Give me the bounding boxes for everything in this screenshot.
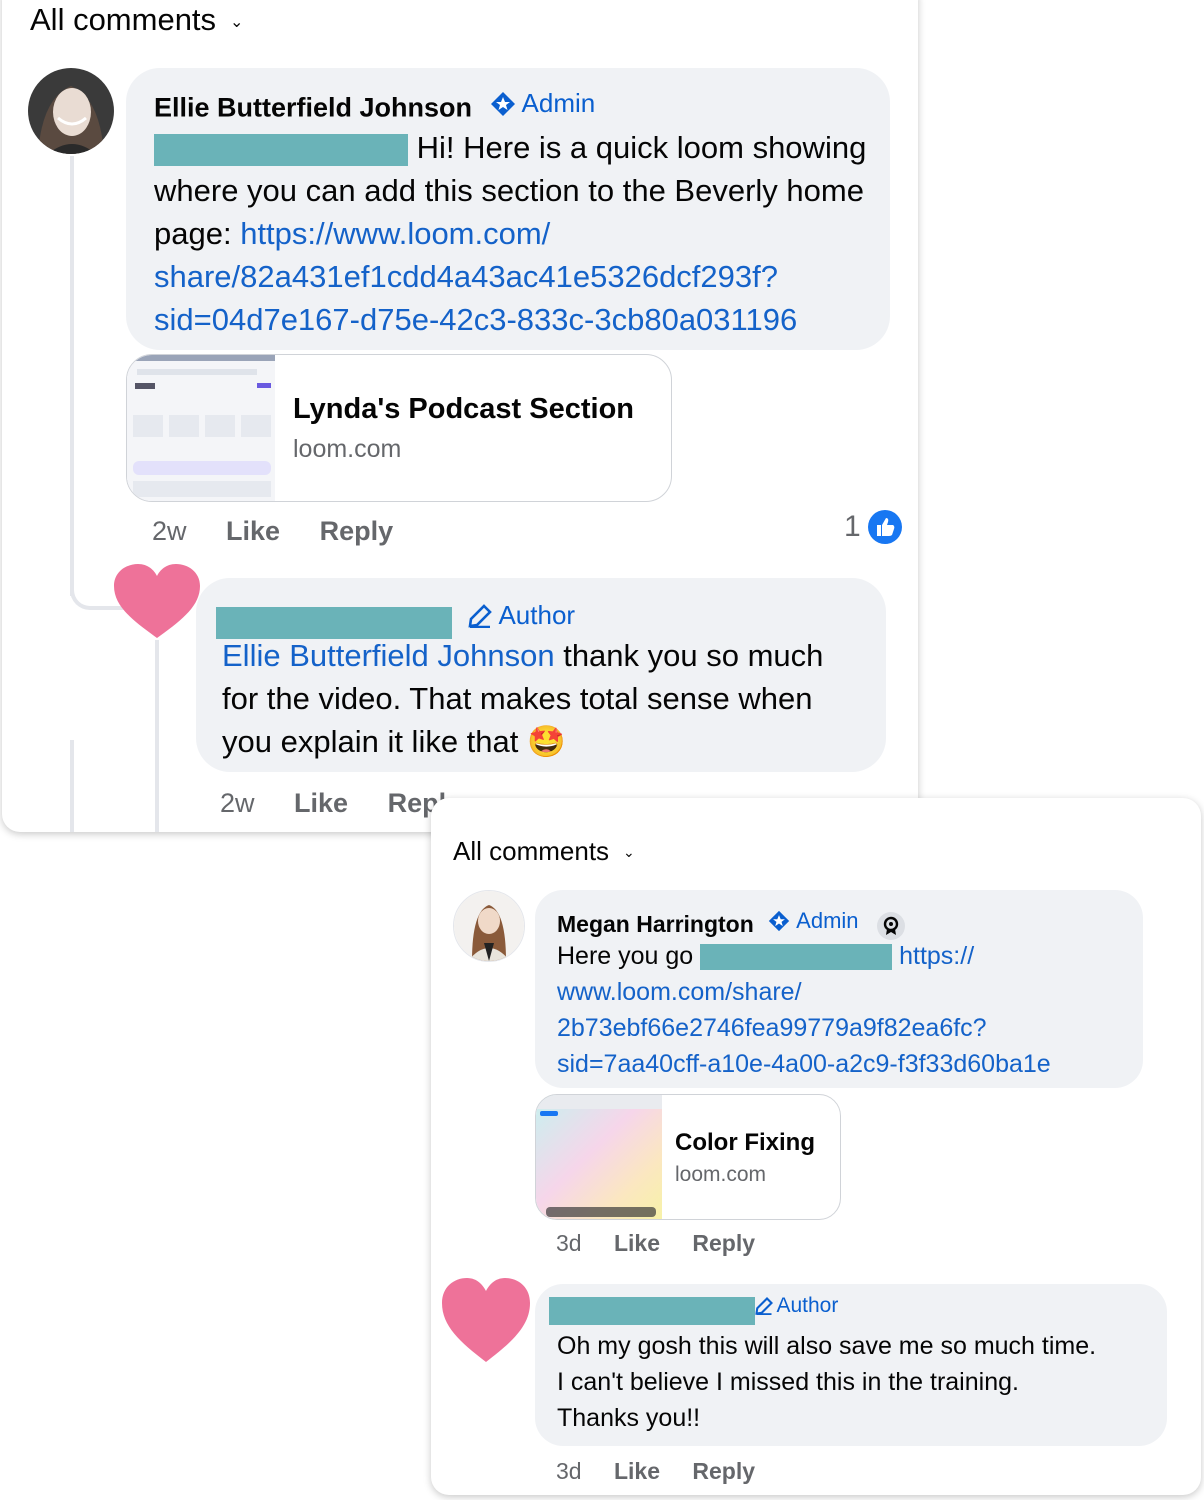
admin-badge-icon bbox=[490, 91, 515, 116]
author-pencil-icon bbox=[755, 1297, 774, 1315]
reply-button[interactable]: Reply bbox=[692, 1230, 755, 1256]
badge-label: Admin bbox=[796, 908, 859, 933]
comment-header: Megan Harrington Admin bbox=[557, 908, 905, 940]
comment-link[interactable]: https://www.loom.com/ share/82a431ef1cdd… bbox=[154, 216, 797, 337]
preview-thumbnail-image bbox=[127, 355, 275, 501]
comment-author[interactable]: Ellie Butterfield Johnson bbox=[154, 93, 472, 123]
reply-body: Ellie Butterfield Johnson thank you so m… bbox=[222, 634, 882, 763]
avatar-photo bbox=[28, 68, 114, 154]
comments-card-1: All comments ⌄ Ellie Butterfield Johnson … bbox=[2, 0, 918, 832]
like-button[interactable]: Like bbox=[294, 788, 348, 818]
comment-link-part1[interactable]: https:// bbox=[899, 942, 974, 970]
comment-bubble: Megan Harrington Admin Here you go https… bbox=[535, 890, 1143, 1088]
thread-line bbox=[155, 640, 159, 832]
comment-time[interactable]: 3d bbox=[556, 1230, 582, 1256]
header-label: All comments bbox=[30, 2, 217, 37]
redacted-name bbox=[549, 1296, 755, 1325]
avatar[interactable] bbox=[453, 890, 525, 962]
like-reaction-icon[interactable] bbox=[868, 510, 902, 544]
admin-badge: Admin bbox=[768, 908, 859, 934]
author-badge: Author bbox=[755, 1294, 838, 1318]
reply-bubble: Author Oh my gosh this will also save me… bbox=[535, 1284, 1167, 1446]
reply-text-line3: you explain it like that bbox=[222, 724, 519, 759]
reply-text-line1: thank you so much bbox=[554, 638, 824, 673]
like-button[interactable]: Like bbox=[614, 1230, 660, 1256]
reply-header: Author bbox=[549, 1294, 838, 1325]
heart-icon bbox=[440, 1276, 532, 1366]
reply-text-line3: Thanks you!! bbox=[557, 1404, 701, 1432]
redacted-mention bbox=[700, 944, 893, 971]
reply-time[interactable]: 3d bbox=[556, 1458, 582, 1484]
reply-bubble: Author Ellie Butterfield Johnson thank y… bbox=[196, 578, 886, 772]
reply-text-line2: for the video. That makes total sense wh… bbox=[222, 681, 813, 716]
author-badge: Author bbox=[468, 600, 575, 631]
avatar[interactable] bbox=[28, 68, 114, 154]
reply-actions: 2w Like Repl bbox=[220, 788, 446, 819]
comments-card-2: All comments ⌄ Megan Harrington Admin He… bbox=[431, 798, 1201, 1495]
comment-link-part3[interactable]: 2b73ebf66e2746fea99779a9f82ea6fc? bbox=[557, 1010, 1051, 1046]
reaction-count: 1 bbox=[844, 510, 861, 543]
redacted-mention bbox=[154, 133, 408, 166]
preview-thumbnail bbox=[536, 1095, 662, 1219]
avatar-photo bbox=[454, 891, 524, 961]
link-preview[interactable]: Lynda's Podcast Section loom.com bbox=[126, 354, 672, 502]
badge-label: Admin bbox=[521, 88, 596, 118]
heart-icon bbox=[112, 562, 202, 642]
like-button[interactable]: Like bbox=[226, 516, 280, 546]
chevron-down-icon: ⌄ bbox=[623, 844, 635, 860]
reply-text-line2: I can't believe I missed this in the tra… bbox=[557, 1368, 1019, 1396]
comment-link-part4[interactable]: sid=7aa40cff-a10e-4a00-a2c9-f3f33d60ba1e bbox=[557, 1046, 1051, 1082]
preview-domain: loom.com bbox=[293, 435, 402, 463]
reply-actions: 3d Like Reply bbox=[556, 1458, 755, 1485]
preview-title: Lynda's Podcast Section bbox=[293, 393, 635, 425]
preview-thumbnail-image bbox=[536, 1095, 662, 1219]
reply-button[interactable]: Reply bbox=[692, 1458, 755, 1484]
all-comments-dropdown[interactable]: All comments ⌄ bbox=[30, 2, 243, 38]
all-comments-dropdown[interactable]: All comments ⌄ bbox=[453, 836, 635, 867]
star-struck-emoji: 🤩 bbox=[527, 724, 566, 759]
comment-author[interactable]: Megan Harrington bbox=[557, 911, 754, 937]
header-label: All comments bbox=[453, 836, 610, 866]
preview-thumbnail bbox=[127, 355, 275, 501]
comment-link-part2[interactable]: www.loom.com/share/ bbox=[557, 974, 1051, 1010]
reply-button[interactable]: Reply bbox=[320, 516, 394, 546]
admin-badge-icon bbox=[769, 910, 790, 932]
badge-label: Author bbox=[498, 600, 576, 630]
comment-body: Here you go https:// www.loom.com/share/… bbox=[557, 938, 1051, 1082]
comment-time[interactable]: 2w bbox=[152, 516, 187, 546]
comment-actions: 3d Like Reply bbox=[556, 1230, 755, 1257]
comment-bubble: Ellie Butterfield Johnson Admin Hi! Here… bbox=[126, 68, 890, 350]
comment-text: Here you go bbox=[557, 942, 694, 970]
chevron-down-icon: ⌄ bbox=[230, 14, 244, 31]
thread-line bbox=[70, 740, 74, 832]
reply-text-line1: Oh my gosh this will also save me so muc… bbox=[557, 1332, 1097, 1360]
reply-time[interactable]: 2w bbox=[220, 788, 255, 818]
comment-body: Hi! Here is a quick loom showing where y… bbox=[154, 126, 874, 341]
mention-link[interactable]: Ellie Butterfield Johnson bbox=[222, 638, 555, 673]
thread-line bbox=[70, 156, 74, 596]
reply-body: Oh my gosh this will also save me so muc… bbox=[557, 1328, 1096, 1436]
comment-actions: 2w Like Reply bbox=[152, 516, 393, 547]
badge-label: Author bbox=[776, 1294, 839, 1317]
preview-domain: loom.com bbox=[675, 1163, 767, 1186]
like-button[interactable]: Like bbox=[614, 1458, 660, 1484]
comment-header: Ellie Butterfield Johnson Admin bbox=[154, 88, 595, 124]
link-preview[interactable]: Color Fixing loom.com bbox=[535, 1094, 841, 1220]
admin-badge: Admin bbox=[490, 88, 596, 119]
top-fan-badge-icon bbox=[876, 911, 905, 940]
preview-title: Color Fixing bbox=[675, 1129, 815, 1156]
author-pencil-icon bbox=[468, 603, 493, 628]
